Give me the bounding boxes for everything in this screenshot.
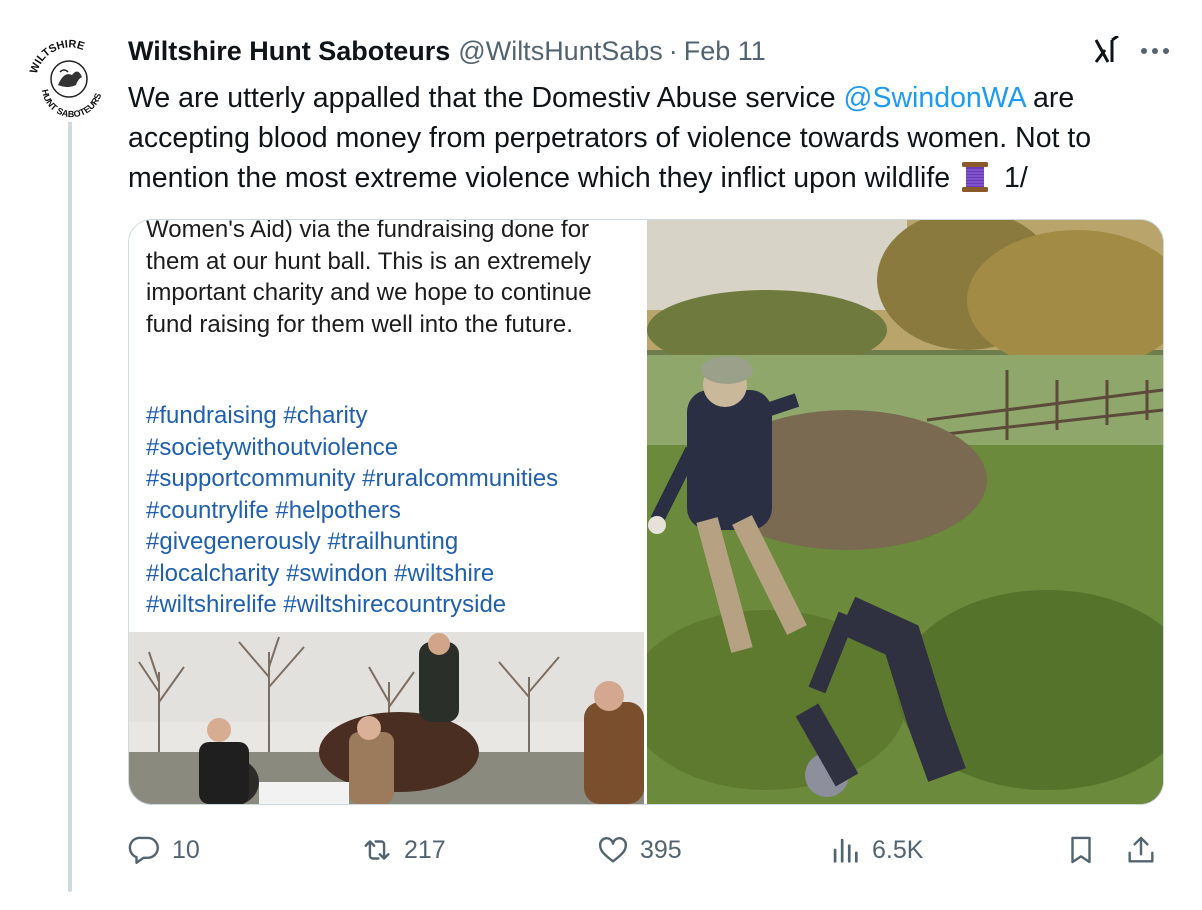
hashtag-line: #wiltshirelife #wiltshirecountryside bbox=[146, 591, 507, 618]
share-button[interactable] bbox=[1124, 828, 1168, 872]
grok-icon[interactable] bbox=[1092, 36, 1122, 66]
share-icon bbox=[1128, 836, 1154, 863]
repost-count: 217 bbox=[404, 835, 446, 864]
embedded-hashtags: #fundraising #charity #societywithoutvio… bbox=[146, 400, 636, 621]
reply-button[interactable]: 10 bbox=[128, 828, 200, 872]
like-button[interactable]: 395 bbox=[596, 828, 682, 872]
repost-button[interactable]: 217 bbox=[360, 828, 446, 872]
user-handle[interactable]: @WiltsHuntSabs bbox=[458, 36, 662, 67]
thread-marker: 1/ bbox=[996, 162, 1028, 194]
views-icon bbox=[833, 838, 858, 863]
media-grid[interactable]: Women's Aid) via the fundraising done fo… bbox=[128, 219, 1164, 805]
hashtag-line: #countrylife #helpothers bbox=[146, 496, 401, 524]
tweet-header: Wiltshire Hunt Saboteurs @WiltsHuntSabs … bbox=[128, 34, 1172, 68]
reply-count: 10 bbox=[172, 835, 200, 864]
hashtag-line: #fundraising #charity bbox=[146, 402, 368, 429]
reply-icon bbox=[128, 836, 159, 864]
action-bar: 10 217 395 6.5K bbox=[128, 828, 1168, 872]
views-button[interactable]: 6.5K bbox=[828, 828, 923, 872]
header-actions bbox=[1092, 34, 1170, 68]
spool-of-thread-icon bbox=[960, 161, 990, 193]
avatar[interactable]: WILTSHIRE HUNT SABOTEURS bbox=[22, 30, 114, 122]
like-count: 395 bbox=[640, 835, 682, 864]
video-still-image[interactable] bbox=[627, 220, 1163, 804]
hashtag-line: #givegenerously #trailhunting bbox=[146, 528, 459, 555]
more-options-icon[interactable] bbox=[1140, 47, 1170, 55]
bookmark-button[interactable] bbox=[1064, 828, 1108, 872]
hashtag-line: #societywithoutviolence bbox=[146, 433, 399, 461]
hunt-meet-photo bbox=[129, 632, 644, 804]
screenshot-image[interactable]: Women's Aid) via the fundraising done fo… bbox=[129, 220, 647, 804]
display-name[interactable]: Wiltshire Hunt Saboteurs bbox=[128, 36, 450, 67]
field-scene-photo bbox=[627, 220, 1163, 804]
bookmark-icon bbox=[1071, 836, 1091, 864]
hashtag-line: #localcharity #swindon #wiltshire bbox=[146, 559, 495, 587]
like-icon bbox=[599, 837, 627, 863]
view-count: 6.5K bbox=[872, 835, 924, 864]
header-separator: · bbox=[668, 35, 678, 66]
embedded-post-text: Women's Aid) via the fundraising done fo… bbox=[146, 219, 592, 338]
mention-link[interactable]: @SwindonWA bbox=[844, 82, 1026, 114]
wiltshire-hunt-saboteurs-logo: WILTSHIRE HUNT SABOTEURS bbox=[23, 31, 113, 121]
hashtag-line: #supportcommunity #ruralcommunities bbox=[146, 465, 559, 492]
tweet-text-part-1: We are utterly appalled that the Domesti… bbox=[128, 82, 844, 114]
tweet-date[interactable]: Feb 11 bbox=[684, 36, 766, 67]
repost-icon bbox=[364, 840, 390, 860]
tweet-text: We are utterly appalled that the Domesti… bbox=[128, 78, 1168, 198]
thread-line bbox=[68, 112, 72, 892]
